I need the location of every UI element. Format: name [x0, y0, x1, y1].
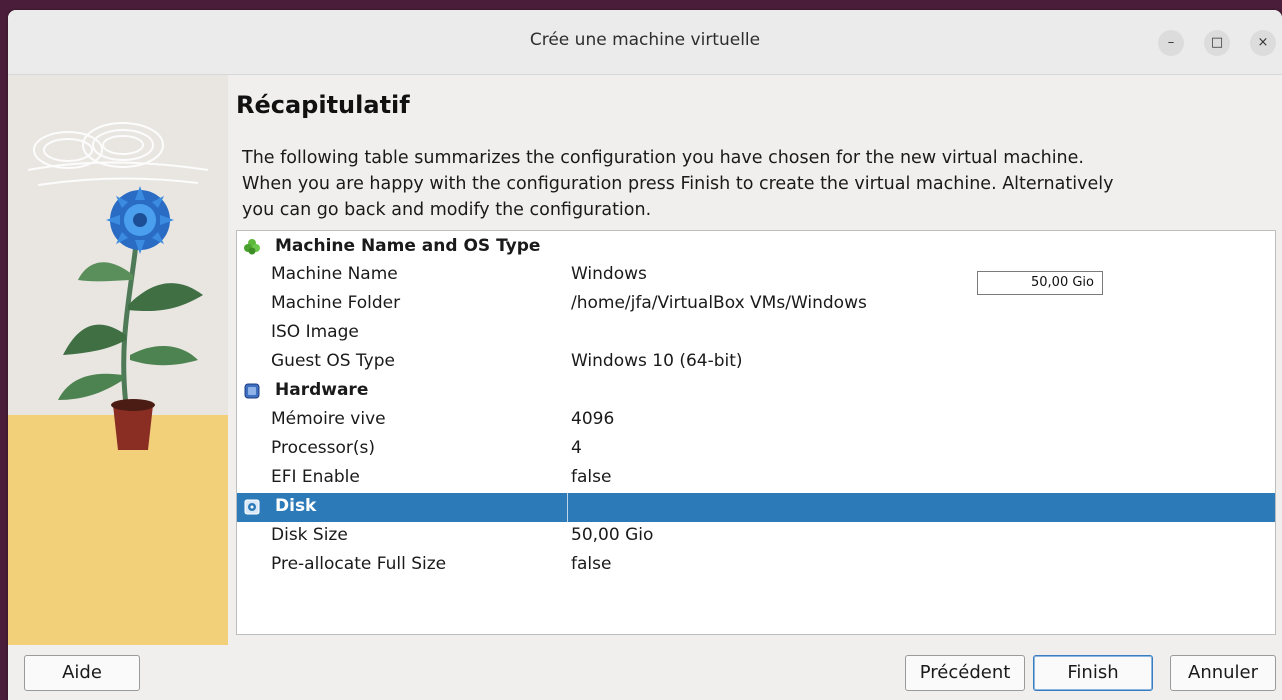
- row-key: Guest OS Type: [271, 351, 395, 371]
- disk-icon: [244, 499, 260, 515]
- row-key: Mémoire vive: [271, 409, 386, 429]
- summary-row[interactable]: Pre-allocate Full Size false: [237, 551, 1275, 580]
- create-vm-dialog: Crée une machine virtuelle – □ × Récapit…: [8, 10, 1282, 700]
- disk-size-field[interactable]: 50,00 Gio: [977, 271, 1103, 295]
- wizard-flower-illustration: [8, 75, 228, 645]
- column-divider: [567, 493, 568, 522]
- row-value: /home/jfa/VirtualBox VMs/Windows: [571, 293, 867, 313]
- row-key: ISO Image: [271, 322, 359, 342]
- section-title: Disk: [275, 496, 317, 516]
- help-label: ide: [74, 662, 102, 683]
- section-header-machine[interactable]: Machine Name and OS Type: [237, 233, 1275, 262]
- section-title: Machine Name and OS Type: [275, 236, 541, 256]
- summary-row[interactable]: ISO Image: [237, 319, 1275, 348]
- row-value: 50,00 Gio: [571, 525, 654, 545]
- back-label: récédent: [930, 662, 1011, 683]
- minimize-button[interactable]: –: [1158, 30, 1184, 56]
- cancel-button[interactable]: Annuler: [1170, 655, 1276, 691]
- help-button[interactable]: Aide: [24, 655, 140, 691]
- summary-row[interactable]: Disk Size 50,00 Gio: [237, 522, 1275, 551]
- minimize-icon: –: [1167, 35, 1175, 50]
- section-header-hardware[interactable]: Hardware: [237, 377, 1275, 406]
- help-mnemonic: A: [62, 662, 75, 683]
- summary-row[interactable]: Mémoire vive 4096: [237, 406, 1275, 435]
- row-key: Machine Name: [271, 264, 398, 284]
- summary-row[interactable]: Guest OS Type Windows 10 (64-bit): [237, 348, 1275, 377]
- row-value: 4: [571, 438, 582, 458]
- summary-page: Récapitulatif The following table summar…: [236, 75, 1276, 645]
- close-button[interactable]: ×: [1250, 30, 1276, 56]
- row-key: EFI Enable: [271, 467, 360, 487]
- summary-row[interactable]: Machine Name Windows: [237, 261, 1275, 290]
- cancel-label: nnuler: [1200, 662, 1259, 683]
- window-title: Crée une machine virtuelle: [529, 30, 761, 50]
- maximize-button[interactable]: □: [1204, 30, 1230, 56]
- section-header-disk[interactable]: Disk: [237, 493, 1275, 522]
- page-description: The following table summarizes the confi…: [242, 148, 1114, 220]
- row-key: Pre-allocate Full Size: [271, 554, 447, 574]
- back-button[interactable]: Précédent: [905, 655, 1025, 691]
- section-title: Hardware: [275, 380, 369, 400]
- row-value: false: [571, 467, 612, 487]
- row-value: Windows 10 (64-bit): [571, 351, 743, 371]
- summary-row[interactable]: Machine Folder /home/jfa/VirtualBox VMs/…: [237, 290, 1275, 319]
- finish-button[interactable]: Finish: [1033, 655, 1153, 691]
- maximize-icon: □: [1210, 35, 1224, 50]
- os-type-icon: [244, 239, 260, 255]
- title-bar[interactable]: Crée une machine virtuelle – □ ×: [8, 10, 1282, 75]
- cancel-mnemonic: A: [1187, 662, 1201, 683]
- back-mnemonic: P: [919, 662, 931, 683]
- row-key: Disk Size: [271, 525, 348, 545]
- page-title: Récapitulatif: [236, 91, 410, 119]
- row-key: Machine Folder: [271, 293, 401, 313]
- button-bar: Aide Précédent Finish Annuler: [8, 645, 1282, 700]
- row-value: Windows: [571, 264, 647, 284]
- row-value: 4096: [571, 409, 615, 429]
- finish-label: inish: [1076, 662, 1119, 683]
- row-key: Processor(s): [271, 438, 376, 458]
- close-icon: ×: [1257, 35, 1269, 50]
- row-value: false: [571, 554, 612, 574]
- summary-table[interactable]: Machine Name and OS Type Machine Name Wi…: [236, 230, 1276, 635]
- chip-icon: [244, 383, 260, 399]
- summary-row[interactable]: Processor(s) 4: [237, 435, 1275, 464]
- summary-row[interactable]: EFI Enable false: [237, 464, 1275, 493]
